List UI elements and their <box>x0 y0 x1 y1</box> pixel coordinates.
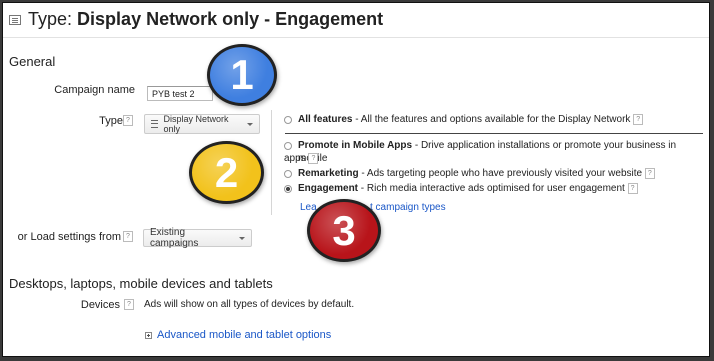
load-settings-label: or Load settings from <box>17 231 121 243</box>
type-label-text: Type <box>99 115 123 127</box>
advanced-mobile-link[interactable]: Advanced mobile and tablet options <box>157 329 331 341</box>
option-promote-mobile-apps-cont: apps ? <box>284 152 319 165</box>
options-separator <box>285 133 703 134</box>
option-promote-mobile-apps[interactable]: Promote in Mobile Apps - Drive applicati… <box>298 139 703 165</box>
option-all-features[interactable]: All features - All the features and opti… <box>298 113 703 126</box>
option-mobile-apps-title: Promote in Mobile Apps <box>298 140 413 151</box>
page-header: Type: Display Network only - Engagement <box>9 9 383 30</box>
radio-all-features[interactable] <box>284 116 292 124</box>
engagement-help-icon[interactable]: ? <box>627 182 638 194</box>
campaign-name-label: Campaign name <box>54 84 135 96</box>
radio-remarketing[interactable] <box>284 170 292 178</box>
annotation-badge-3: 3 <box>307 199 381 262</box>
remarketing-help-icon[interactable]: ? <box>644 167 655 179</box>
annotation-badge-1: 1 <box>207 44 277 106</box>
option-engagement-desc: - Rich media interactive ads optimised f… <box>358 183 625 194</box>
type-help-icon[interactable]: ? <box>123 115 133 126</box>
type-dropdown[interactable]: Display Network only <box>144 114 260 134</box>
mobile-apps-help-icon[interactable]: ? <box>308 152 319 164</box>
page-title-value: Display Network only - Engagement <box>77 9 384 29</box>
type-dropdown-label: Display Network only <box>163 114 229 134</box>
option-remarketing[interactable]: Remarketing - Ads targeting people who h… <box>298 167 703 180</box>
option-mobile-apps-desc-cont: apps <box>284 153 306 164</box>
option-all-features-desc: - All the features and options available… <box>352 114 631 125</box>
existing-campaigns-dropdown[interactable]: Existing campaigns <box>143 227 252 249</box>
option-remarketing-desc: - Ads targeting people who have previous… <box>358 168 643 179</box>
radio-promote-mobile-apps[interactable] <box>284 142 292 150</box>
devices-help-icon[interactable]: ? <box>124 299 134 310</box>
option-remarketing-title: Remarketing <box>298 168 359 179</box>
general-section-title: General <box>9 54 56 69</box>
load-settings-help-icon[interactable]: ? <box>123 231 133 242</box>
annotation-badge-2: 2 <box>189 141 264 204</box>
chevron-down-icon <box>239 236 245 240</box>
option-engagement[interactable]: Engagement - Rich media interactive ads … <box>298 182 703 195</box>
advanced-mobile-options[interactable]: Advanced mobile and tablet options <box>145 329 331 341</box>
type-label: Type <box>63 115 123 127</box>
devices-section-title: Desktops, laptops, mobile devices and ta… <box>9 276 273 291</box>
devices-label: Devices <box>80 299 120 311</box>
header-divider <box>3 37 709 38</box>
page-title: Type: Display Network only - Engagement <box>28 9 383 30</box>
expand-icon[interactable] <box>145 331 152 339</box>
existing-campaigns-label: Existing campaigns <box>150 227 199 249</box>
campaign-settings-panel: Type: Display Network only - Engagement … <box>2 2 710 357</box>
option-all-features-title: All features <box>298 114 353 125</box>
radio-engagement[interactable] <box>284 185 292 193</box>
learn-more-link-end[interactable]: t campaign types <box>370 202 446 213</box>
list-icon <box>151 120 159 128</box>
page-title-prefix: Type: <box>28 9 73 29</box>
all-features-help-icon[interactable]: ? <box>633 113 644 125</box>
campaign-name-input[interactable]: PYB test 2 <box>147 86 213 101</box>
campaign-type-icon <box>9 14 21 25</box>
option-engagement-title: Engagement <box>298 183 359 194</box>
devices-description: Ads will show on all types of devices by… <box>144 299 355 310</box>
options-divider <box>271 110 272 215</box>
chevron-down-icon <box>247 122 253 126</box>
